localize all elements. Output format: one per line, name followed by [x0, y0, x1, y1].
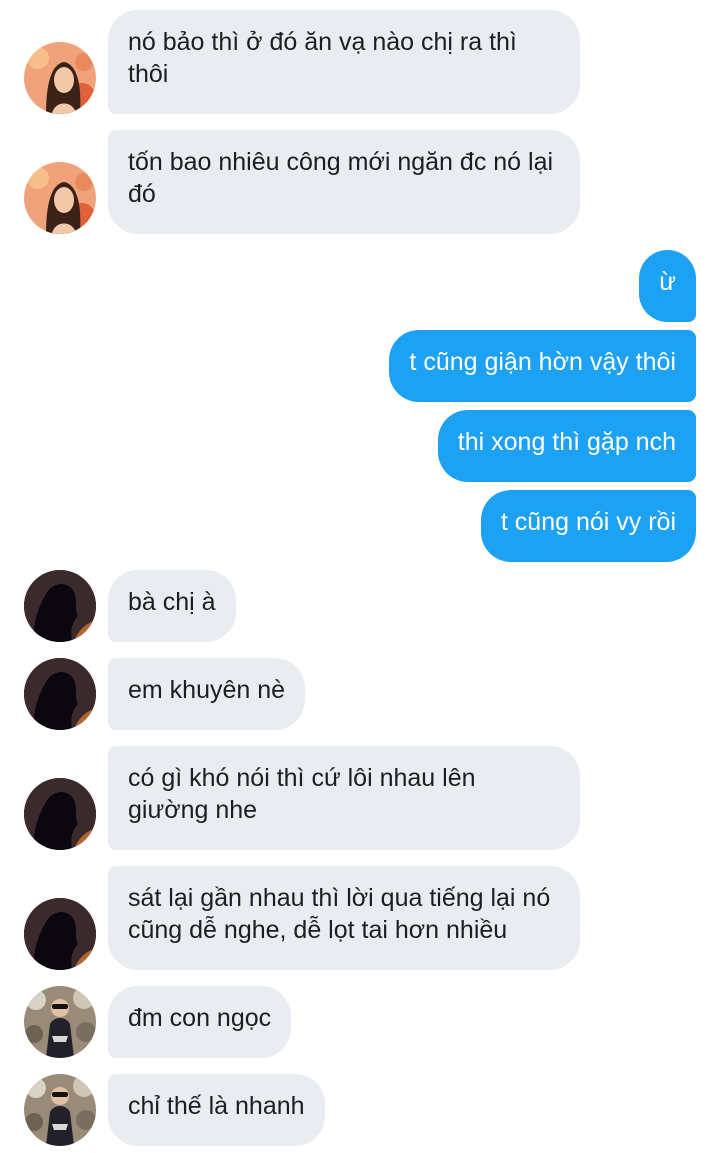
message-bubble[interactable]: đm con ngọc [108, 986, 292, 1058]
message-bubble[interactable]: thi xong thì gặp nch [437, 410, 696, 482]
message-bubble[interactable]: nó bảo thì ở đó ăn vạ nào chị ra thì thô… [108, 10, 580, 114]
avatar-silhouette-icon[interactable] [24, 658, 96, 730]
avatar-silhouette-icon[interactable] [24, 898, 96, 970]
avatar-silhouette-icon[interactable] [24, 570, 96, 642]
avatar-woman-flowers-icon[interactable] [24, 42, 96, 114]
message-bubble[interactable]: tốn bao nhiêu công mới ngăn đc nó lại đó [108, 130, 580, 234]
avatar-person-sunglasses-icon[interactable] [24, 1074, 96, 1146]
message-bubble[interactable]: có gì khó nói thì cứ lôi nhau lên giường… [108, 746, 580, 850]
message-bubble[interactable]: ừ [639, 250, 696, 322]
message-bubble[interactable]: bà chị à [108, 570, 236, 642]
message-bubble[interactable]: t cũng nói vy rồi [480, 490, 696, 562]
message-bubble[interactable]: chỉ thế là nhanh [108, 1074, 325, 1146]
message-bubble[interactable]: t cũng giận hờn vậy thôi [389, 330, 696, 402]
avatar-person-sunglasses-icon[interactable] [24, 986, 96, 1058]
message-bubble[interactable]: sát lại gần nhau thì lời qua tiếng lại n… [108, 866, 580, 970]
avatar-silhouette-icon[interactable] [24, 778, 96, 850]
avatar-woman-flowers-icon[interactable] [24, 162, 96, 234]
message-bubble[interactable]: em khuyên nè [108, 658, 306, 730]
